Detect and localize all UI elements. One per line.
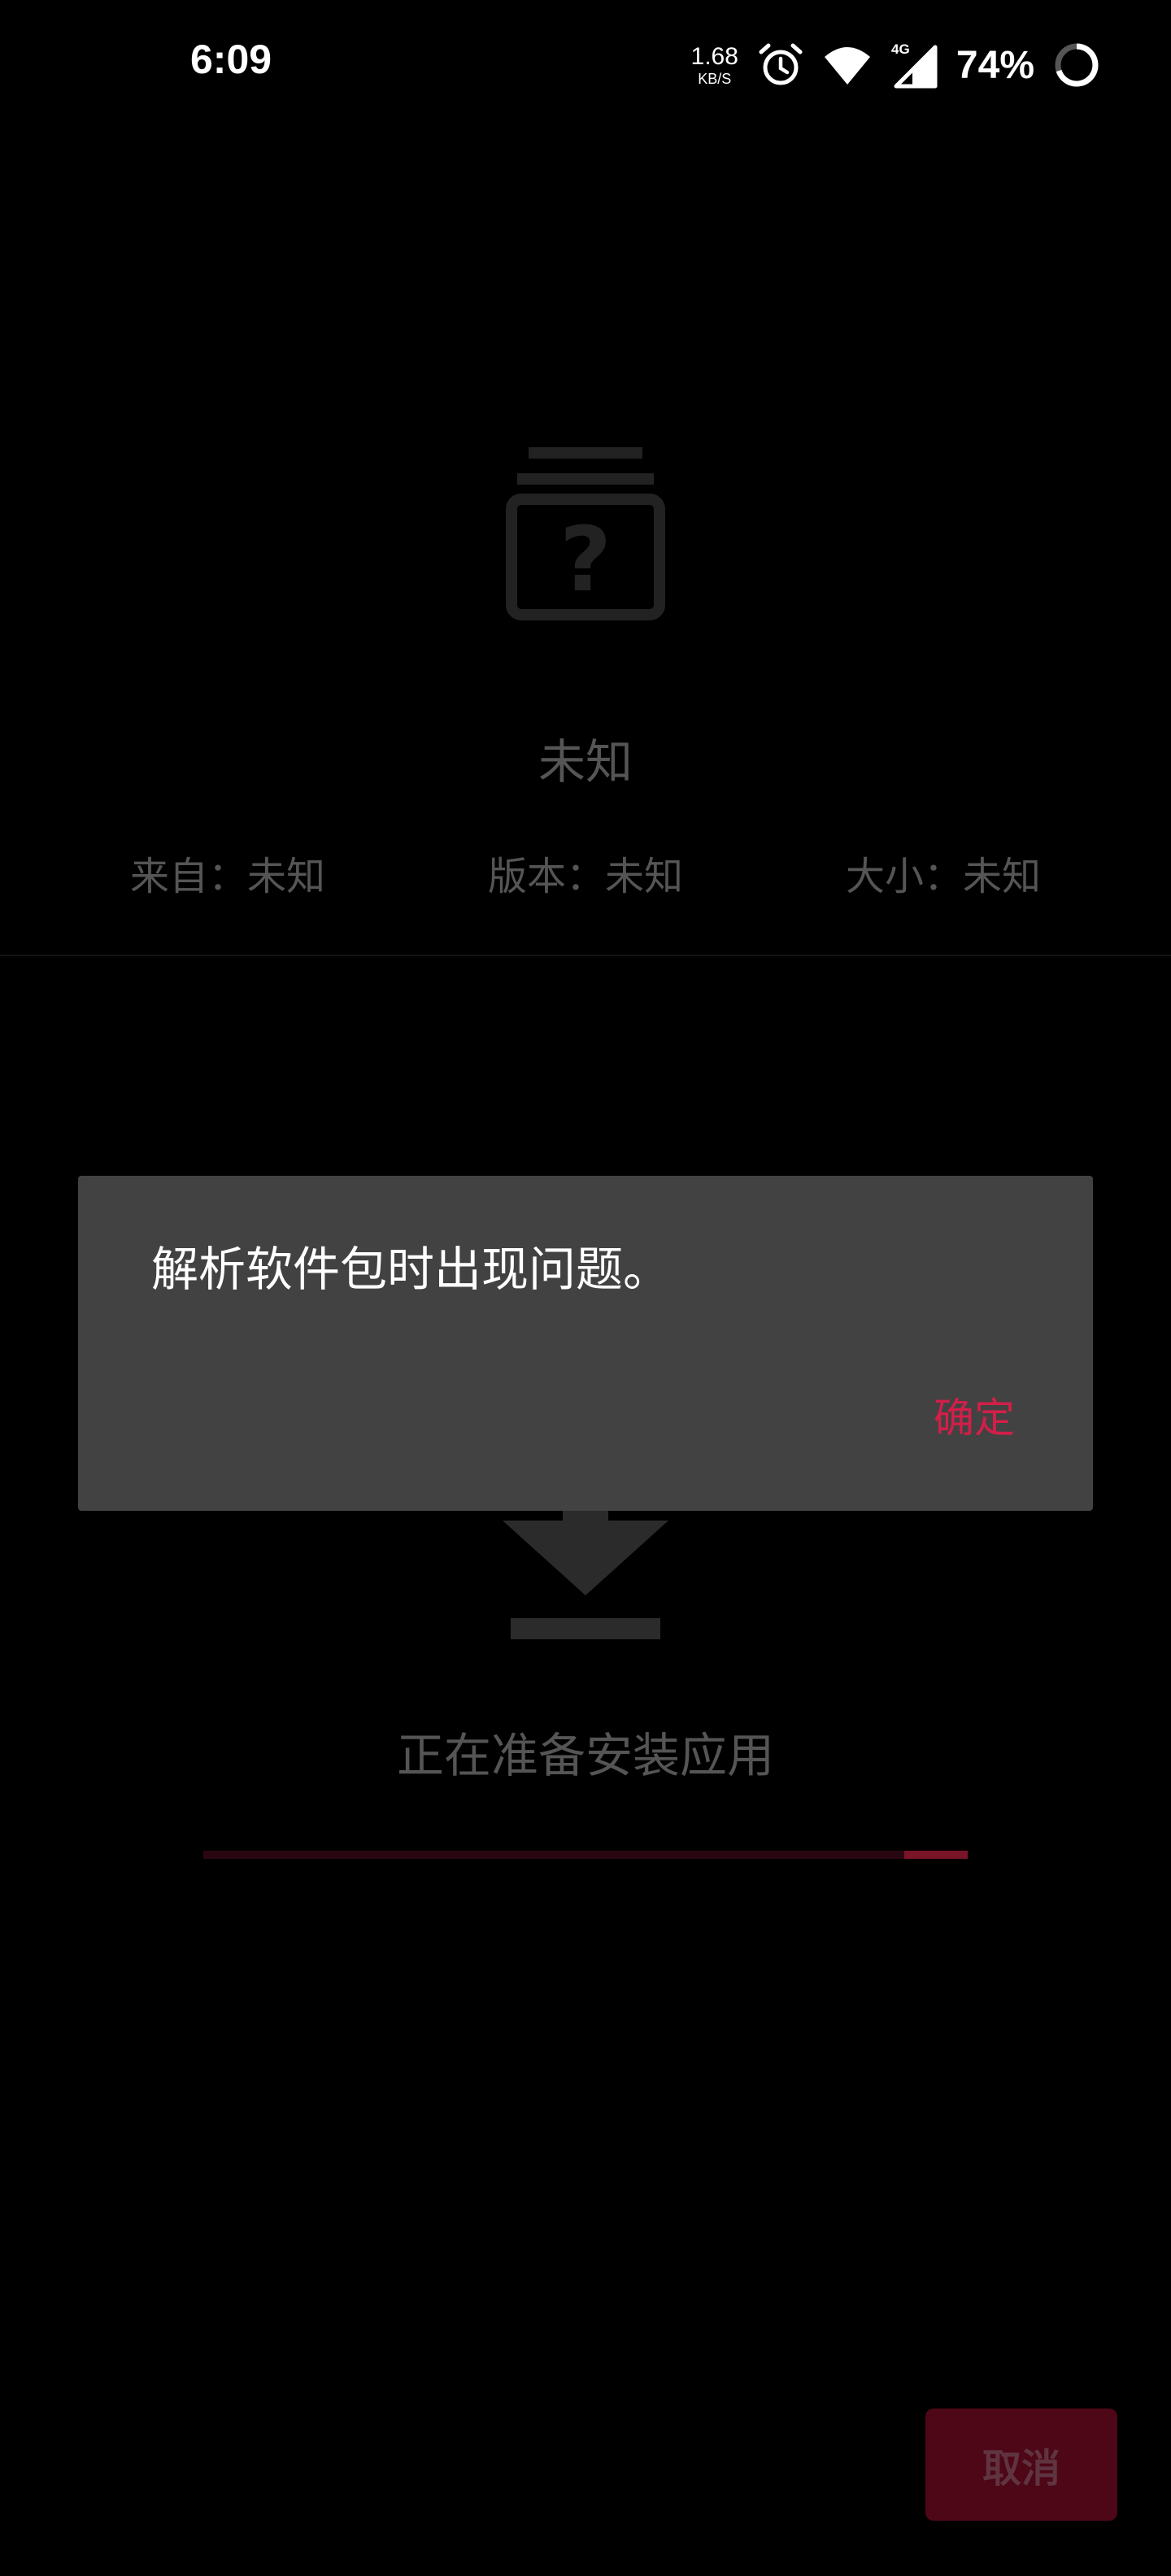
cellular-signal-icon: 4G bbox=[891, 41, 938, 89]
app-version: 版本：未知 bbox=[487, 854, 683, 899]
network-type-label: 4G bbox=[891, 41, 910, 57]
section-divider bbox=[0, 955, 1171, 956]
status-time: 6:09 bbox=[190, 37, 272, 82]
app-source: 来自：未知 bbox=[129, 854, 325, 899]
install-progress-fill bbox=[903, 1851, 968, 1859]
ok-button[interactable]: 确定 bbox=[934, 1386, 1015, 1444]
alarm-icon bbox=[759, 43, 803, 85]
status-bar: 6:09 1.68 KB/S 4G 74% bbox=[0, 0, 1171, 130]
network-speed-value: 1.68 bbox=[690, 42, 738, 70]
install-status-text: 正在准备安装应用 bbox=[396, 1728, 774, 1783]
app-name: 未知 bbox=[538, 734, 633, 790]
cancel-button[interactable]: 取消 bbox=[925, 2408, 1117, 2521]
unknown-package-icon: ? bbox=[506, 447, 665, 620]
battery-percent: 74% bbox=[956, 43, 1034, 87]
download-arrow-icon bbox=[503, 1498, 668, 1639]
battery-icon bbox=[1055, 43, 1099, 87]
wifi-icon bbox=[824, 47, 870, 85]
network-speed: 1.68 KB/S bbox=[690, 42, 738, 87]
svg-text:?: ? bbox=[559, 507, 612, 611]
error-dialog: 解析软件包时出现问题。 确定 bbox=[78, 1176, 1093, 1511]
status-icons: 1.68 KB/S 4G 74% bbox=[691, 36, 1101, 94]
install-progress-bar bbox=[203, 1851, 968, 1859]
dialog-message: 解析软件包时出现问题。 bbox=[151, 1242, 671, 1297]
app-size: 大小：未知 bbox=[845, 854, 1041, 899]
network-speed-unit: KB/S bbox=[698, 70, 732, 87]
